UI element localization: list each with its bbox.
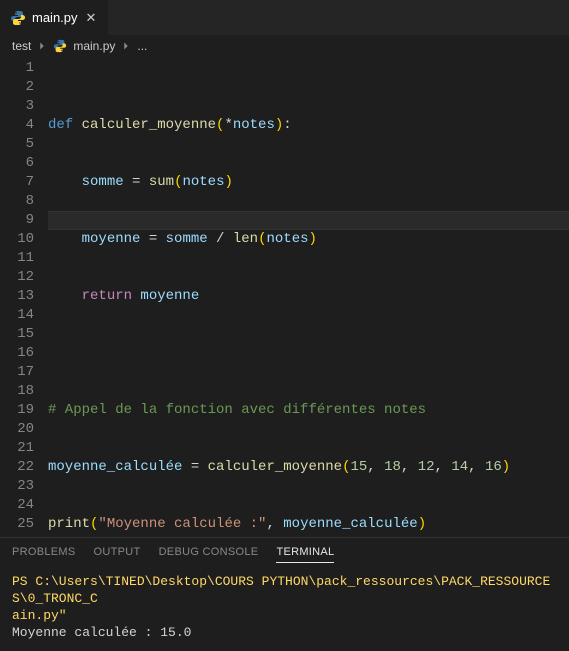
line-number: 10	[0, 230, 34, 249]
terminal-line: Moyenne calculée : 15.0	[12, 625, 191, 640]
line-number: 11	[0, 249, 34, 268]
python-file-icon	[10, 10, 26, 26]
line-number: 15	[0, 325, 34, 344]
line-number: 2	[0, 78, 34, 97]
tab-label: main.py	[32, 10, 78, 25]
line-number: 9	[0, 211, 34, 230]
tab-terminal[interactable]: TERMINAL	[276, 546, 334, 563]
terminal-line: PS C:\Users\TINED\Desktop\COURS PYTHON\p…	[12, 574, 550, 606]
line-number: 1	[0, 59, 34, 78]
tab-problems[interactable]: PROBLEMS	[12, 546, 76, 563]
terminal-output[interactable]: PS C:\Users\TINED\Desktop\COURS PYTHON\p…	[0, 569, 569, 651]
line-number: 21	[0, 439, 34, 458]
line-number: 18	[0, 382, 34, 401]
code-area[interactable]: def calculer_moyenne(*notes): somme = su…	[48, 57, 569, 537]
line-number: 17	[0, 363, 34, 382]
breadcrumb-more[interactable]: ...	[137, 39, 147, 53]
tab-debug-console[interactable]: DEBUG CONSOLE	[159, 546, 259, 563]
line-number: 20	[0, 420, 34, 439]
line-number: 13	[0, 287, 34, 306]
breadcrumb: test main.py ...	[0, 35, 569, 57]
line-number: 4	[0, 116, 34, 135]
code-editor[interactable]: 1234567891011121314151617181920212223242…	[0, 57, 569, 537]
panel-tab-bar: PROBLEMS OUTPUT DEBUG CONSOLE TERMINAL	[0, 538, 569, 569]
tab-output[interactable]: OUTPUT	[94, 546, 141, 563]
line-number: 23	[0, 477, 34, 496]
current-line-highlight	[48, 211, 569, 230]
breadcrumb-file[interactable]: main.py	[73, 39, 115, 53]
tab-main-py[interactable]: main.py ✕	[0, 0, 109, 35]
line-number: 7	[0, 173, 34, 192]
chevron-right-icon	[119, 39, 133, 53]
bottom-panel: PROBLEMS OUTPUT DEBUG CONSOLE TERMINAL P…	[0, 537, 569, 651]
line-number: 25	[0, 515, 34, 534]
line-number: 5	[0, 135, 34, 154]
line-number: 24	[0, 496, 34, 515]
line-number: 12	[0, 268, 34, 287]
line-number: 14	[0, 306, 34, 325]
python-file-icon	[53, 39, 67, 53]
terminal-line: ain.py"	[12, 608, 67, 623]
line-number: 16	[0, 344, 34, 363]
close-icon[interactable]: ✕	[84, 10, 99, 26]
line-number-gutter: 1234567891011121314151617181920212223242…	[0, 57, 48, 537]
line-number: 22	[0, 458, 34, 477]
line-number: 8	[0, 192, 34, 211]
breadcrumb-folder[interactable]: test	[12, 39, 31, 53]
line-number: 6	[0, 154, 34, 173]
line-number: 3	[0, 97, 34, 116]
tab-bar: main.py ✕	[0, 0, 569, 35]
chevron-right-icon	[35, 39, 49, 53]
line-number: 19	[0, 401, 34, 420]
